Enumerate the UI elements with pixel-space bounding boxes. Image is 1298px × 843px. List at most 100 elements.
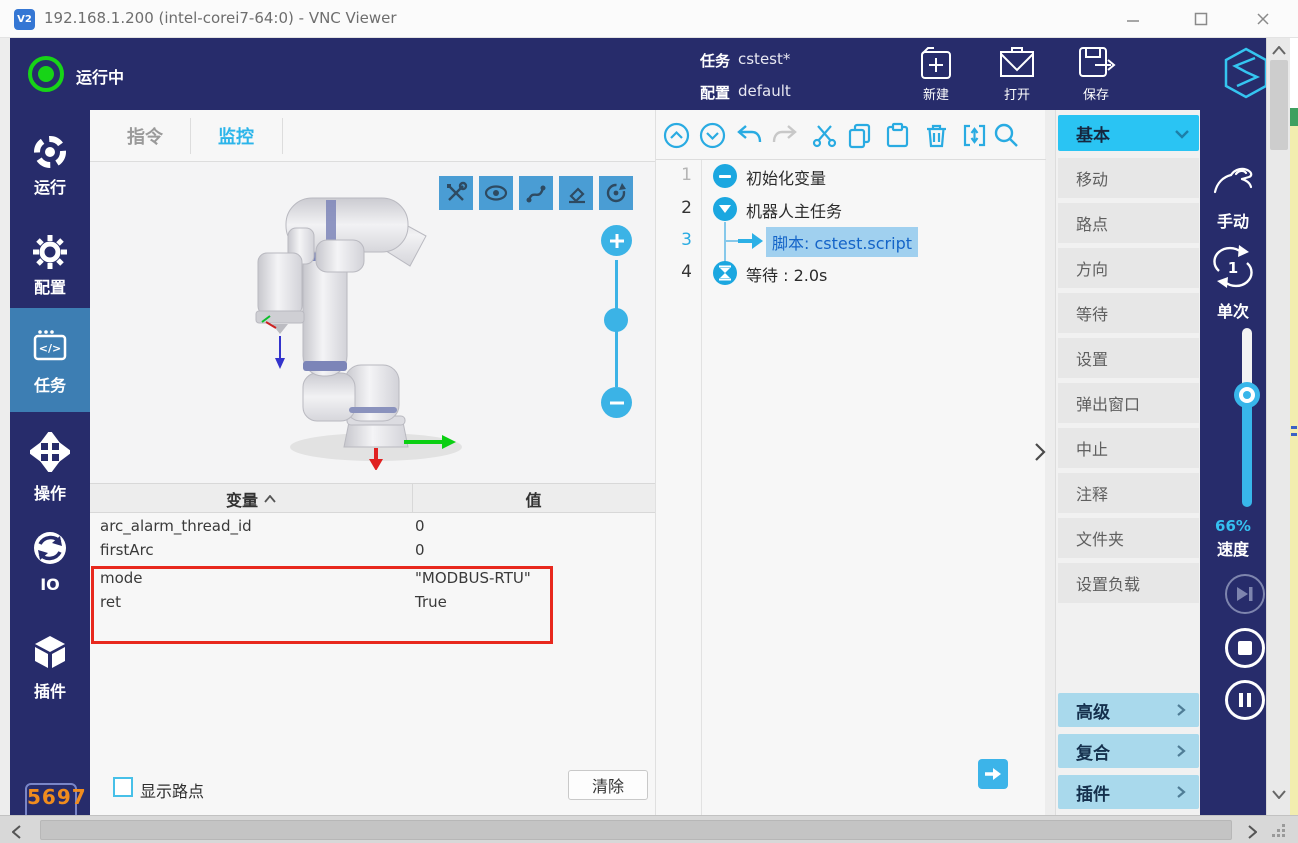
redo-button[interactable] (771, 122, 798, 149)
sidebar-label-plugin[interactable]: 插件 (10, 678, 90, 702)
column-header-variable[interactable]: 变量 (90, 484, 412, 514)
sidebar-label-run[interactable]: 运行 (10, 174, 90, 198)
tree-row-init-variables[interactable]: 1 初始化变量 (656, 161, 1044, 191)
command-item-payload[interactable]: 设置负载 (1058, 563, 1199, 603)
undo-button[interactable] (736, 122, 763, 149)
window-title: 192.168.1.200 (intel-corei7-64:0) - VNC … (44, 9, 397, 27)
redo-icon (771, 122, 798, 149)
show-waypoints-checkbox[interactable] (113, 777, 133, 797)
horizontal-scrollbar[interactable] (0, 815, 1298, 843)
horizontal-scroll-thumb[interactable] (40, 820, 1232, 840)
zoom-slider-handle[interactable] (604, 308, 628, 332)
single-run-label[interactable]: 单次 (1200, 298, 1266, 322)
eye-icon (484, 181, 508, 205)
scroll-left-icon[interactable] (12, 825, 21, 839)
command-item-abort[interactable]: 中止 (1058, 428, 1199, 468)
sidebar-item-io[interactable] (30, 528, 70, 568)
tree-row-script[interactable]: 3 脚本: cstest.script (656, 226, 1044, 256)
insert-bracket-button[interactable] (961, 122, 988, 149)
wait-node-icon (713, 261, 737, 285)
vertical-scrollbar[interactable] (1266, 38, 1290, 815)
pause-button[interactable] (1225, 680, 1265, 720)
table-row[interactable]: arc_alarm_thread_id 0 (90, 515, 655, 539)
sidebar-item-run[interactable] (30, 132, 70, 172)
sidebar-item-task[interactable]: </> (30, 326, 70, 366)
move-down-button[interactable] (699, 122, 726, 149)
command-group-plugin[interactable]: 插件 (1058, 775, 1199, 809)
single-cycle-icon: 1 (1211, 244, 1255, 290)
minimize-button[interactable] (1118, 4, 1148, 34)
sidebar-item-config[interactable] (30, 232, 70, 272)
open-task-button[interactable]: 打开 (987, 44, 1047, 104)
copy-button[interactable] (846, 122, 873, 149)
command-item-set[interactable]: 设置 (1058, 338, 1199, 378)
command-group-basic[interactable]: 基本 (1058, 115, 1199, 151)
new-task-button[interactable]: 新建 (906, 44, 966, 104)
command-item-waypoint[interactable]: 路点 (1058, 203, 1199, 243)
expanded-node-icon[interactable] (713, 197, 737, 221)
erase-button[interactable] (559, 176, 593, 210)
scroll-right-icon[interactable] (1248, 825, 1257, 839)
circle-chevron-up-icon (663, 122, 690, 149)
table-column-divider (412, 483, 413, 513)
scroll-down-icon[interactable] (1272, 790, 1286, 799)
move-up-button[interactable] (663, 122, 690, 149)
command-item-folder[interactable]: 文件夹 (1058, 518, 1199, 558)
sidebar-label-config[interactable]: 配置 (10, 274, 90, 298)
tree-toolbar (656, 110, 1046, 160)
scroll-up-icon[interactable] (1272, 46, 1286, 55)
clear-button[interactable]: 清除 (568, 770, 648, 800)
tab-instruction[interactable]: 指令 (100, 110, 190, 162)
sidebar-item-plugin[interactable] (30, 632, 70, 672)
trajectory-button[interactable] (519, 176, 553, 210)
command-item-move[interactable]: 移动 (1058, 158, 1199, 198)
close-button[interactable] (1248, 4, 1278, 34)
table-row[interactable]: firstArc 0 (90, 539, 655, 563)
svg-text:1: 1 (1228, 259, 1238, 277)
delete-button[interactable] (923, 122, 950, 149)
sidebar-label-io[interactable]: IO (10, 575, 90, 594)
manual-mode-button[interactable] (1212, 162, 1254, 206)
tab-monitor[interactable]: 监控 (191, 110, 281, 162)
column-header-value[interactable]: 值 (412, 484, 655, 514)
speed-slider-handle[interactable] (1234, 382, 1260, 408)
eraser-icon (564, 181, 588, 205)
command-group-composite[interactable]: 复合 (1058, 734, 1199, 768)
rotate-view-button[interactable] (599, 176, 633, 210)
step-button[interactable] (1225, 574, 1265, 614)
stop-button[interactable] (1225, 628, 1265, 668)
tree-node-label: 机器人主任务 (746, 198, 842, 222)
command-item-wait[interactable]: 等待 (1058, 293, 1199, 333)
command-item-popup[interactable]: 弹出窗口 (1058, 383, 1199, 423)
search-button[interactable] (993, 122, 1020, 149)
single-run-button[interactable]: 1 (1211, 244, 1255, 294)
speed-slider-fill[interactable] (1242, 395, 1252, 507)
maximize-button[interactable] (1186, 4, 1216, 34)
sidebar-label-operate[interactable]: 操作 (10, 480, 90, 504)
hourglass-icon (718, 265, 732, 281)
save-task-button[interactable]: 保存 (1066, 44, 1126, 104)
sidebar-label-task[interactable]: 任务 (10, 372, 90, 396)
manual-mode-label[interactable]: 手动 (1200, 208, 1266, 232)
vertical-scroll-thumb[interactable] (1270, 60, 1288, 150)
chevron-right-icon (1176, 744, 1186, 758)
bracket-insert-icon (961, 122, 988, 149)
resize-grip[interactable] (1272, 824, 1288, 838)
zoom-out-button[interactable] (601, 387, 632, 418)
collapsed-node-icon[interactable] (713, 164, 737, 188)
vnc-viewer-window: V2 192.168.1.200 (intel-corei7-64:0) - V… (0, 0, 1298, 843)
cut-button[interactable] (811, 122, 838, 149)
panel-expander[interactable] (1030, 438, 1050, 466)
tools-button[interactable] (439, 176, 473, 210)
paste-button[interactable] (884, 122, 911, 149)
sidebar-item-operate[interactable] (30, 432, 70, 472)
step-forward-button[interactable] (978, 759, 1008, 789)
robot-3d-view[interactable] (90, 162, 655, 483)
tree-row-wait[interactable]: 4 等待 : 2.0s (656, 258, 1044, 288)
visibility-button[interactable] (479, 176, 513, 210)
command-group-advanced[interactable]: 高级 (1058, 693, 1199, 727)
command-item-comment[interactable]: 注释 (1058, 473, 1199, 513)
zoom-in-button[interactable] (601, 225, 632, 256)
command-item-direction[interactable]: 方向 (1058, 248, 1199, 288)
tree-row-main-task[interactable]: 2 机器人主任务 (656, 194, 1044, 224)
